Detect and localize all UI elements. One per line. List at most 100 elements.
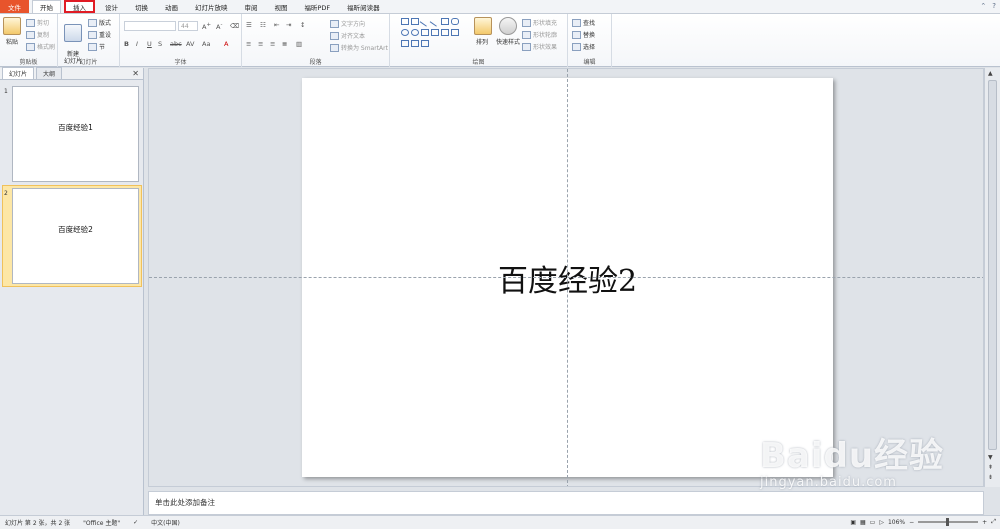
justify-icon[interactable]: ≣ xyxy=(282,40,287,48)
tab-foxit-pdf[interactable]: 福昕PDF xyxy=(298,0,338,13)
quick-styles-button[interactable]: 快速样式 xyxy=(494,17,522,46)
shadow-button[interactable]: S xyxy=(158,40,162,48)
arrange-icon xyxy=(474,17,492,35)
reading-view-icon[interactable]: ▭ xyxy=(870,519,876,526)
shrink-font-button[interactable]: A- xyxy=(216,22,222,31)
format-painter-button[interactable]: 格式刷 xyxy=(26,42,55,51)
tab-view[interactable]: 视图 xyxy=(268,0,295,13)
grow-font-button[interactable]: A+ xyxy=(202,22,211,31)
outline-pen-icon xyxy=(522,30,531,39)
slideshow-view-icon[interactable]: ▷ xyxy=(879,519,884,526)
tab-animations[interactable]: 动画 xyxy=(158,0,185,13)
shape-elbow-icon xyxy=(431,29,439,36)
reset-icon xyxy=(88,30,97,39)
replace-button[interactable]: 替换 xyxy=(572,30,595,39)
align-center-icon[interactable]: ≡ xyxy=(258,40,263,48)
tab-slideshow[interactable]: 幻灯片放映 xyxy=(188,0,235,13)
status-bar-right: ▣ ▦ ▭ ▷ 106% − + ⤢ xyxy=(850,518,996,526)
slide-sorter-icon[interactable]: ▦ xyxy=(860,519,866,526)
shapes-gallery[interactable] xyxy=(400,16,462,50)
copy-button[interactable]: 复制 xyxy=(26,30,49,39)
shape-arrow-right-icon xyxy=(441,29,449,36)
underline-button[interactable]: U xyxy=(147,40,152,48)
smartart-icon xyxy=(330,43,339,52)
find-button[interactable]: 查找 xyxy=(572,18,595,27)
align-text-button[interactable]: 对齐文本 xyxy=(330,31,365,40)
tab-review[interactable]: 审阅 xyxy=(238,0,265,13)
shape-outline-button[interactable]: 形状轮廓 xyxy=(522,30,557,39)
watermark-logo: Baidu经验 xyxy=(760,436,945,476)
slides-group: 新建 幻灯片 版式 重设 节 幻灯片 xyxy=(58,14,120,67)
scroll-up-icon[interactable]: ▲ xyxy=(988,70,993,77)
tab-design[interactable]: 设计 xyxy=(98,0,125,13)
change-case-button[interactable]: Aa xyxy=(202,40,210,48)
slides-group-label: 幻灯片 xyxy=(79,59,98,66)
font-name-box[interactable] xyxy=(124,21,176,31)
shape-fill-button[interactable]: 形状填充 xyxy=(522,18,557,27)
shape-rounded-rect-icon xyxy=(451,18,459,25)
convert-smartart-button[interactable]: 转换为 SmartArt xyxy=(330,43,388,52)
tab-insert[interactable]: 插入 xyxy=(64,0,95,13)
align-text-icon xyxy=(330,31,339,40)
font-group: 44 A+ A- ⌫ B I U S abc AV Aa A 字体 xyxy=(120,14,242,67)
layout-button[interactable]: 版式 xyxy=(88,18,111,27)
thumbnail-title: 百度经验1 xyxy=(58,122,93,132)
reset-button[interactable]: 重设 xyxy=(88,30,111,39)
zoom-slider-knob[interactable] xyxy=(946,518,950,526)
minimize-ribbon-icon[interactable]: ⌃ xyxy=(980,2,986,10)
tab-file[interactable]: 文件 xyxy=(0,0,29,13)
increase-indent-icon[interactable]: ⇥ xyxy=(286,21,291,29)
shape-arrow-down-icon xyxy=(451,29,459,36)
select-button[interactable]: 选择 xyxy=(572,42,595,51)
zoom-out-icon[interactable]: − xyxy=(909,519,914,526)
slide-thumbnail-1[interactable]: 百度经验1 xyxy=(12,86,139,182)
arrange-button[interactable]: 排列 xyxy=(474,17,492,46)
align-right-icon[interactable]: ≡ xyxy=(270,40,275,48)
slide-count-status: 幻灯片 第 2 张，共 2 张 xyxy=(5,520,71,527)
zoom-in-icon[interactable]: + xyxy=(982,519,987,526)
theme-status[interactable]: "Office 主题" xyxy=(83,518,120,527)
text-direction-button[interactable]: 文字方向 xyxy=(330,19,365,28)
section-button[interactable]: 节 xyxy=(88,42,105,51)
bold-button[interactable]: B xyxy=(124,40,129,48)
font-color-button[interactable]: A xyxy=(224,40,228,48)
char-spacing-button[interactable]: AV xyxy=(186,40,194,48)
strikethrough-button[interactable]: abc xyxy=(170,40,182,48)
line-spacing-icon[interactable]: ↕ xyxy=(300,21,305,29)
slide-thumbnail-2[interactable]: 百度经验2 xyxy=(12,188,139,284)
layout-icon xyxy=(88,18,97,27)
close-icon[interactable]: ✕ xyxy=(132,69,139,78)
horizontal-guide[interactable] xyxy=(149,277,983,278)
tab-slides-pane[interactable]: 幻灯片 xyxy=(2,67,35,79)
cut-button[interactable]: 剪切 xyxy=(26,18,49,27)
align-left-icon[interactable]: ≡ xyxy=(246,40,251,48)
bullets-icon[interactable]: ☰ xyxy=(246,21,252,29)
paste-icon xyxy=(3,17,21,35)
previous-slide-icon[interactable]: ⇞ xyxy=(988,464,993,471)
vertical-guide[interactable] xyxy=(567,69,568,486)
tab-foxit-reader[interactable]: 福昕阅读器 xyxy=(340,0,387,13)
paste-button[interactable]: 粘贴 xyxy=(3,17,21,46)
tab-home[interactable]: 开始 xyxy=(32,0,61,13)
decrease-indent-icon[interactable]: ⇤ xyxy=(274,21,279,29)
fit-to-window-icon[interactable]: ⤢ xyxy=(991,518,996,526)
next-slide-icon[interactable]: ⇟ xyxy=(988,474,993,481)
shape-effects-button[interactable]: 形状效果 xyxy=(522,42,557,51)
vertical-scrollbar[interactable]: ▲ ▼ ⇞ ⇟ xyxy=(984,68,1000,487)
columns-icon[interactable]: ▥ xyxy=(296,40,302,48)
help-icon[interactable]: ? xyxy=(992,2,996,10)
font-size-box[interactable]: 44 xyxy=(178,21,198,31)
zoom-level[interactable]: 106% xyxy=(888,519,905,526)
zoom-slider[interactable] xyxy=(918,518,979,526)
scrollbar-thumb[interactable] xyxy=(988,80,997,450)
tab-outline-pane[interactable]: 大纲 xyxy=(36,67,63,79)
italic-button[interactable]: I xyxy=(136,40,138,48)
tab-transitions[interactable]: 切换 xyxy=(128,0,155,13)
numbering-icon[interactable]: ☷ xyxy=(260,21,266,29)
clear-format-icon[interactable]: ⌫ xyxy=(230,22,239,30)
scroll-down-icon[interactable]: ▼ xyxy=(988,454,993,461)
binoculars-icon xyxy=(572,18,581,27)
spellcheck-icon[interactable]: ✓ xyxy=(133,519,138,526)
language-status[interactable]: 中文(中国) xyxy=(151,518,180,527)
normal-view-icon[interactable]: ▣ xyxy=(850,519,856,526)
